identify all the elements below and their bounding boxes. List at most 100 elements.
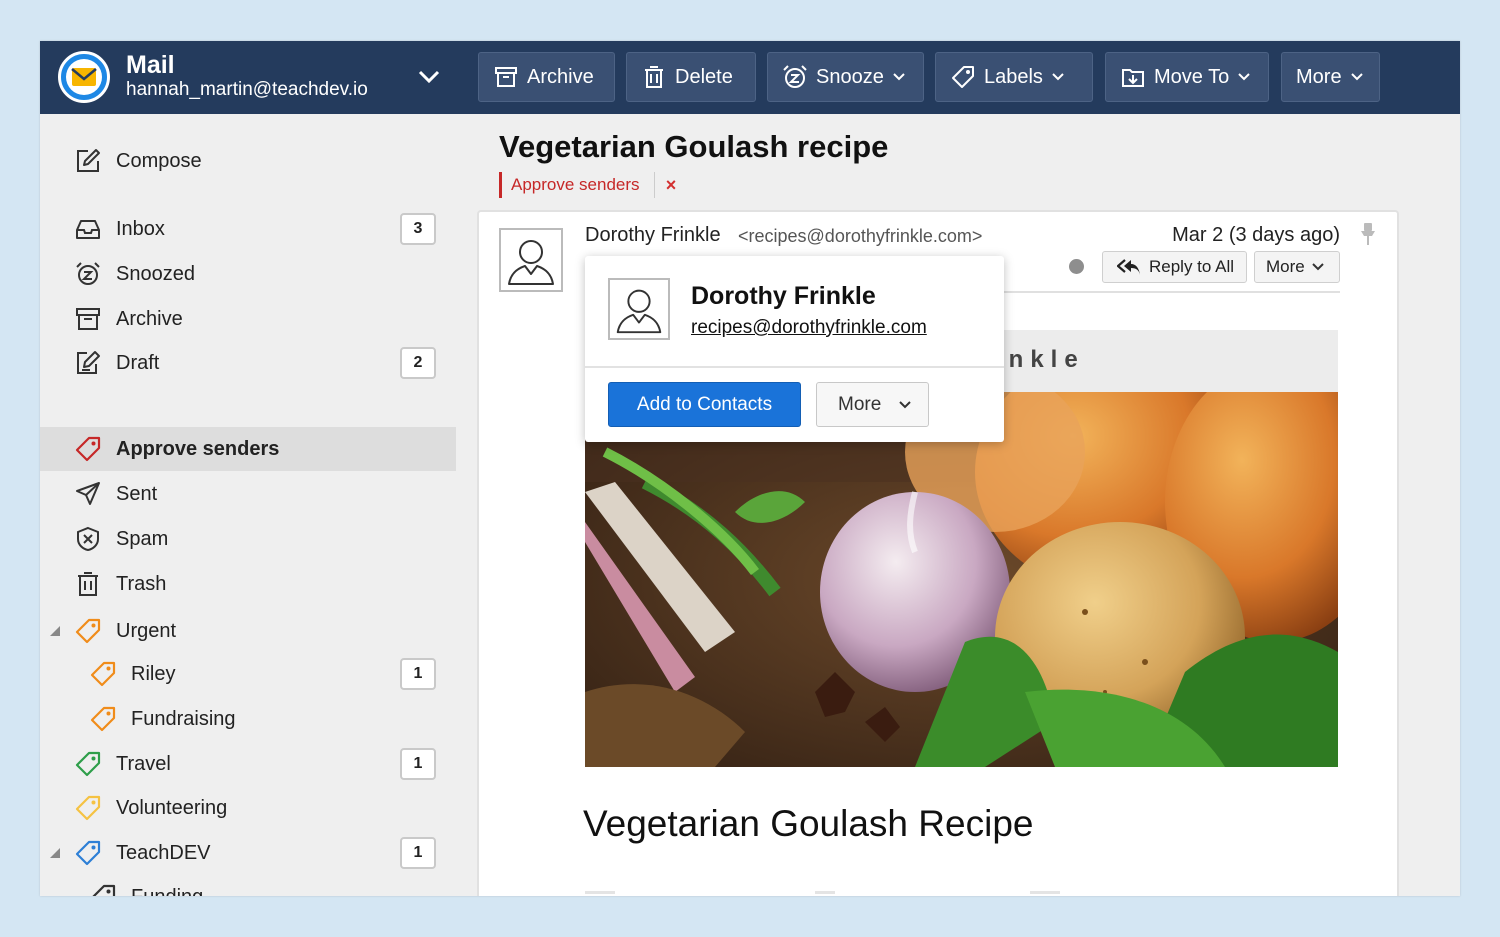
tag-icon: [74, 617, 102, 645]
approve-senders-tag[interactable]: Approve senders: [499, 172, 640, 198]
tag-divider: [654, 172, 655, 198]
contact-more-button[interactable]: More: [816, 382, 929, 427]
sidebar-item-label: Archive: [116, 307, 183, 330]
popover-divider: [585, 366, 1004, 368]
sidebar-item-label: Riley: [131, 662, 176, 685]
contact-popover: Dorothy Frinkle recipes@dorothyfrinkle.c…: [585, 256, 1004, 442]
app-name: Mail: [126, 51, 175, 79]
message-more-label: More: [1266, 257, 1305, 276]
sidebar-item-snoozed[interactable]: Snoozed: [40, 252, 456, 296]
tag-icon: [74, 794, 102, 822]
unread-dot-toggle[interactable]: [1069, 259, 1084, 274]
snooze-button[interactable]: Snooze: [767, 52, 924, 102]
delete-label: Delete: [675, 65, 733, 88]
more-actions-button[interactable]: More: [1281, 52, 1380, 102]
shield-x-icon: [74, 525, 102, 553]
snooze-label: Snooze: [816, 65, 884, 88]
mail-logo-icon: [58, 51, 110, 103]
archive-icon: [495, 67, 517, 87]
tag-icon: [89, 883, 117, 896]
tag-icon: [74, 839, 102, 867]
unread-count-badge: 1: [400, 748, 436, 780]
sidebar-item-label: Snoozed: [116, 262, 195, 285]
sender-name[interactable]: Dorothy Frinkle: [585, 224, 721, 247]
trash-icon: [645, 66, 663, 88]
message-date: Mar 2 (3 days ago): [1172, 224, 1340, 246]
archive-icon: [74, 305, 102, 333]
compose-button[interactable]: Compose: [40, 139, 456, 183]
archive-label: Archive: [527, 65, 594, 88]
sidebar-item-label: Spam: [116, 527, 169, 550]
sidebar-item-label: Draft: [116, 351, 160, 374]
delete-button[interactable]: Delete: [626, 52, 756, 102]
account-email: hannah_martin@teachdev.io: [126, 79, 368, 100]
contact-more-label: More: [838, 393, 882, 415]
contact-email-link[interactable]: recipes@dorothyfrinkle.com: [691, 317, 927, 339]
recipe-title: Vegetarian Goulash Recipe: [583, 803, 1034, 844]
sidebar-item-volunteering[interactable]: Volunteering: [40, 786, 456, 830]
unread-count-badge: 3: [400, 213, 436, 245]
banner-text: inkle: [995, 346, 1085, 373]
sidebar-item-label: Funding: [131, 886, 203, 897]
collapse-triangle-icon[interactable]: [49, 847, 61, 859]
sidebar-item-riley[interactable]: Riley 1: [40, 652, 456, 696]
move-to-button[interactable]: Move To: [1105, 52, 1269, 102]
move-to-folder-icon: [1122, 69, 1144, 87]
sidebar-item-sent[interactable]: Sent: [40, 472, 456, 516]
sidebar-item-label: TeachDEV: [116, 841, 211, 864]
sidebar-item-teachdev[interactable]: TeachDEV 1: [40, 831, 456, 875]
tag-label: Approve senders: [511, 175, 640, 194]
labels-button[interactable]: Labels: [935, 52, 1093, 102]
sidebar-item-label: Travel: [116, 752, 171, 775]
account-switcher[interactable]: Mail hannah_martin@teachdev.io: [126, 51, 368, 101]
sidebar-item-draft[interactable]: Draft 2: [40, 341, 456, 385]
sidebar-item-fundraising[interactable]: Fundraising: [40, 697, 456, 741]
inbox-icon: [74, 215, 102, 243]
reply-all-icon: [1117, 259, 1140, 275]
add-to-contacts-button[interactable]: Add to Contacts: [608, 382, 801, 427]
archive-button[interactable]: Archive: [478, 52, 615, 102]
trash-icon: [74, 570, 102, 598]
sidebar-item-spam[interactable]: Spam: [40, 517, 456, 561]
compose-label: Compose: [116, 149, 202, 172]
sidebar-item-label: Sent: [116, 482, 158, 505]
labels-label: Labels: [984, 65, 1043, 88]
sidebar-item-label: Approve senders: [116, 437, 280, 460]
tag-icon: [89, 705, 117, 733]
vegetables-photo: [585, 392, 1338, 767]
sidebar-item-label: Urgent: [116, 619, 177, 642]
chevron-down-icon: [1052, 73, 1064, 81]
sender-avatar[interactable]: [499, 228, 563, 292]
chevron-down-icon: [1238, 73, 1250, 81]
reply-all-button[interactable]: Reply to All: [1102, 251, 1247, 283]
alarm-clock-icon: [783, 65, 807, 88]
sidebar: Compose Inbox 3 Snoozed Archive Draft 2 …: [40, 114, 456, 896]
sender-email: <recipes@dorothyfrinkle.com>: [738, 226, 983, 246]
message-more-button[interactable]: More: [1254, 251, 1340, 283]
reply-all-label: Reply to All: [1149, 257, 1235, 276]
tag-icon: [74, 750, 102, 778]
more-label: More: [1296, 65, 1342, 88]
sidebar-item-archive[interactable]: Archive: [40, 297, 456, 341]
chevron-down-icon: [899, 400, 912, 408]
sidebar-item-label: Volunteering: [116, 796, 228, 819]
pin-icon[interactable]: [1358, 221, 1378, 247]
sidebar-item-approve-senders[interactable]: Approve senders: [40, 427, 456, 471]
contact-name: Dorothy Frinkle: [691, 282, 876, 310]
move-to-label: Move To: [1154, 65, 1230, 88]
truncated-text-fade: [585, 891, 1060, 894]
draft-count-badge: 2: [400, 347, 436, 379]
chevron-down-icon[interactable]: [416, 63, 442, 89]
collapse-triangle-icon[interactable]: [49, 625, 61, 637]
contact-avatar: [608, 278, 670, 340]
message-subject: Vegetarian Goulash recipe: [499, 129, 889, 164]
sidebar-item-trash[interactable]: Trash: [40, 562, 456, 606]
chevron-down-icon: [893, 73, 905, 81]
sidebar-item-inbox[interactable]: Inbox 3: [40, 207, 456, 251]
tag-icon: [89, 660, 117, 688]
remove-tag-icon[interactable]: ×: [661, 174, 681, 196]
sidebar-item-funding[interactable]: Funding: [40, 875, 456, 896]
sidebar-item-travel[interactable]: Travel 1: [40, 742, 456, 786]
alarm-clock-icon: [74, 260, 102, 288]
sidebar-item-urgent[interactable]: Urgent: [40, 609, 456, 653]
